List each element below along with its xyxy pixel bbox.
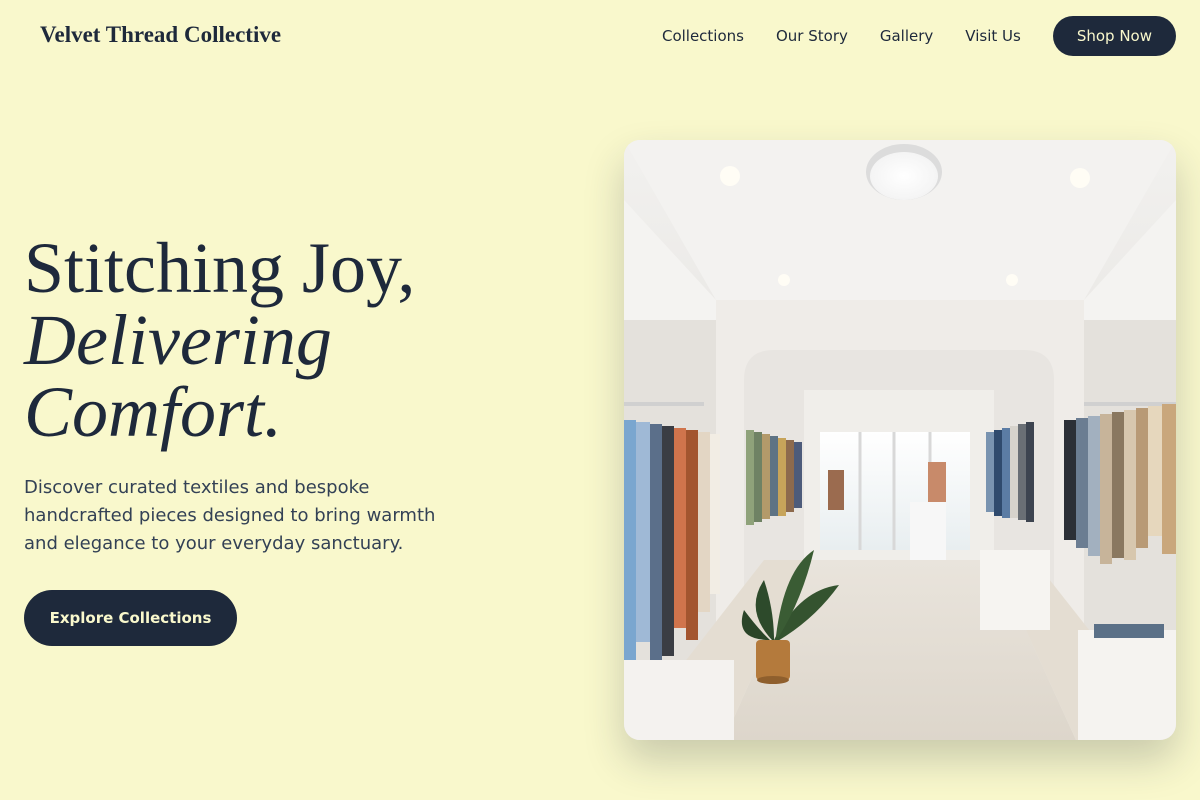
site-header: Velvet Thread Collective Collections Our… — [0, 0, 1200, 72]
hero-title-line-3: Comfort. — [24, 372, 283, 452]
hero-title-line-1: Stitching Joy, — [24, 228, 416, 308]
brand-logo[interactable]: Velvet Thread Collective — [40, 22, 281, 48]
explore-collections-button[interactable]: Explore Collections — [24, 590, 237, 646]
hero-title-line-2: Delivering — [24, 300, 332, 380]
nav-link-visit-us[interactable]: Visit Us — [965, 27, 1021, 45]
nav-link-collections[interactable]: Collections — [662, 27, 744, 45]
main-nav: Collections Our Story Gallery Visit Us S… — [662, 16, 1176, 56]
hero-title: Stitching Joy, Delivering Comfort. — [24, 232, 415, 448]
shop-now-button[interactable]: Shop Now — [1052, 16, 1176, 56]
nav-link-our-story[interactable]: Our Story — [776, 27, 848, 45]
store-interior-image — [624, 140, 1176, 740]
nav-link-gallery[interactable]: Gallery — [880, 27, 933, 45]
hero-description: Discover curated textiles and bespoke ha… — [24, 477, 436, 554]
